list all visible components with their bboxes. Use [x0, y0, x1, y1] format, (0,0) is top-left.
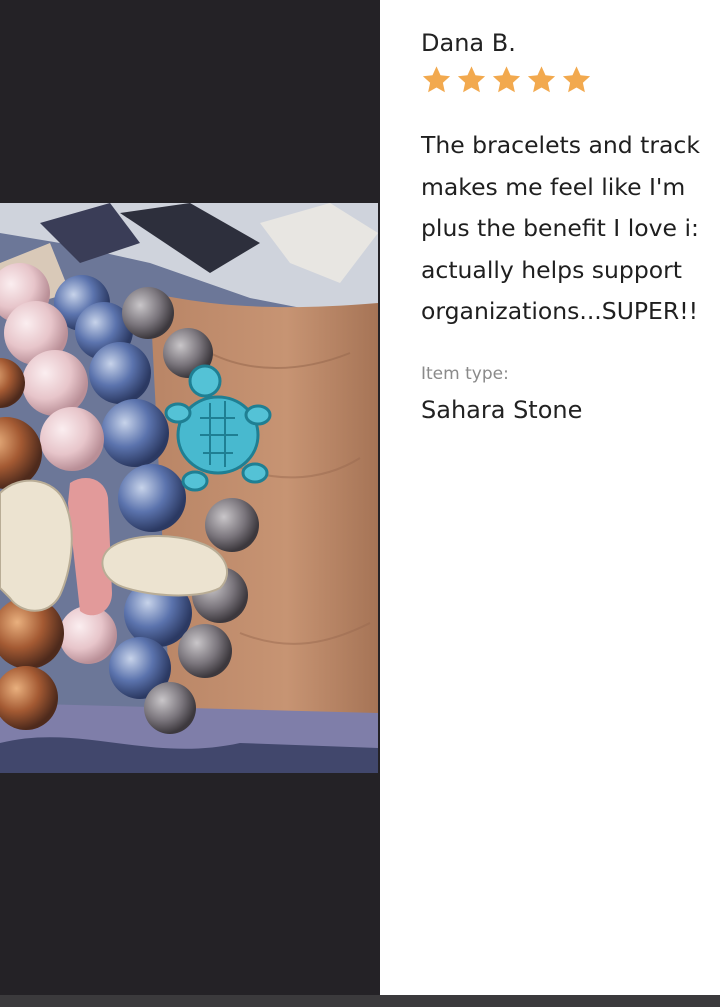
item-type-value: Sahara Stone	[421, 396, 583, 424]
reviewer-name: Dana B.	[421, 29, 516, 57]
item-type-label: Item type:	[421, 364, 509, 384]
review-body-text: The bracelets and track makes me feel li…	[421, 131, 700, 325]
review-details-panel: Dana B. The bracelets and track makes me…	[380, 0, 720, 995]
star-icon	[527, 66, 556, 93]
star-icon	[492, 66, 521, 93]
star-rating	[420, 64, 593, 96]
review-photo-pane	[0, 0, 378, 995]
star-icon	[457, 66, 486, 93]
review-photo[interactable]	[0, 203, 378, 773]
bottom-bar	[0, 995, 720, 1007]
star-icon	[562, 66, 591, 93]
star-icon	[422, 66, 451, 93]
